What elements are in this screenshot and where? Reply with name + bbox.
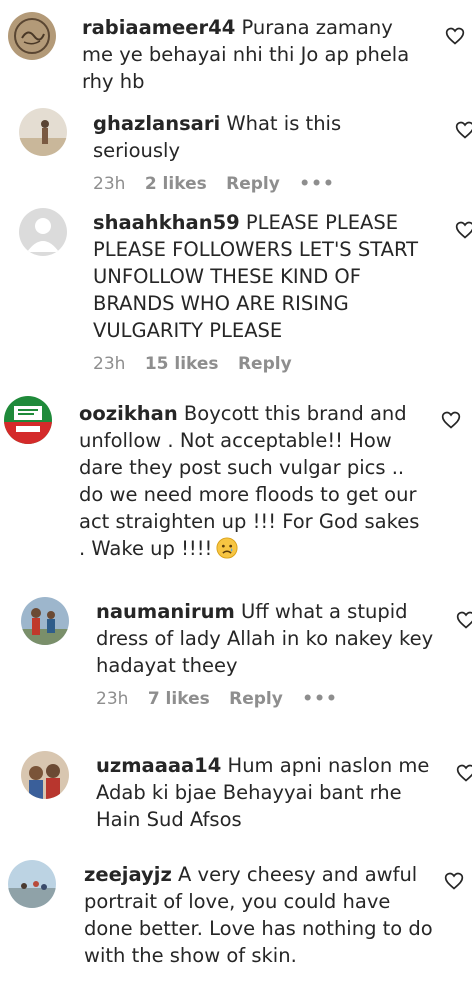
reply-button[interactable]: Reply [229, 689, 283, 709]
comment-text: zeejayjz A very cheesy and awful portrai… [84, 863, 433, 967]
like-heart-icon[interactable] [456, 610, 472, 630]
like-heart-icon[interactable] [445, 26, 465, 46]
more-options-icon[interactable]: ••• [302, 689, 338, 709]
comment-time: 23h [93, 174, 126, 194]
comment-meta: 23h 7 likes Reply ••• [96, 689, 436, 709]
comment-username[interactable]: rabiaameer44 [82, 16, 235, 39]
avatar[interactable] [19, 208, 67, 256]
comment-text: naumanirum Uff what a stupid dress of la… [96, 600, 434, 677]
comment-meta: 23h 2 likes Reply ••• [93, 174, 433, 194]
like-heart-icon[interactable] [455, 220, 472, 240]
avatar[interactable] [8, 12, 56, 60]
avatar[interactable] [8, 860, 56, 908]
avatar[interactable] [21, 751, 69, 799]
avatar[interactable] [19, 108, 67, 156]
more-options-icon[interactable]: ••• [299, 174, 335, 194]
comment-username[interactable]: ghazlansari [93, 112, 220, 135]
comment-time: 23h [96, 689, 129, 709]
comment-username[interactable]: naumanirum [96, 600, 235, 623]
comment-text: ghazlansari What is this seriously [93, 112, 342, 162]
comment-text: uzmaaaa14 Hum apni naslon me Adab ki bja… [96, 754, 430, 831]
reply-button[interactable]: Reply [238, 354, 292, 374]
sad-face-emoji-icon [216, 537, 238, 559]
like-heart-icon[interactable] [444, 871, 464, 891]
comment-username[interactable]: zeejayjz [84, 863, 172, 886]
like-heart-icon[interactable] [455, 120, 472, 140]
comment-username[interactable]: shaahkhan59 [93, 211, 240, 234]
likes-count[interactable]: 2 likes [145, 174, 207, 194]
like-heart-icon[interactable] [456, 763, 472, 783]
avatar[interactable] [4, 396, 52, 444]
comment-text: oozikhan Boycott this brand and unfollow… [79, 402, 420, 560]
comment-time: 23h [93, 354, 126, 374]
like-heart-icon[interactable] [441, 410, 461, 430]
comment-text: shaahkhan59 PLEASE PLEASE PLEASE FOLLOWE… [93, 211, 419, 342]
comment-text: rabiaameer44 Purana zamany me ye behayai… [82, 16, 410, 93]
comment-username[interactable]: uzmaaaa14 [96, 754, 221, 777]
reply-button[interactable]: Reply [226, 174, 280, 194]
comment-meta: 23h 15 likes Reply [93, 354, 423, 374]
likes-count[interactable]: 7 likes [148, 689, 210, 709]
likes-count[interactable]: 15 likes [145, 354, 219, 374]
avatar[interactable] [21, 597, 69, 645]
comment-username[interactable]: oozikhan [79, 402, 178, 425]
